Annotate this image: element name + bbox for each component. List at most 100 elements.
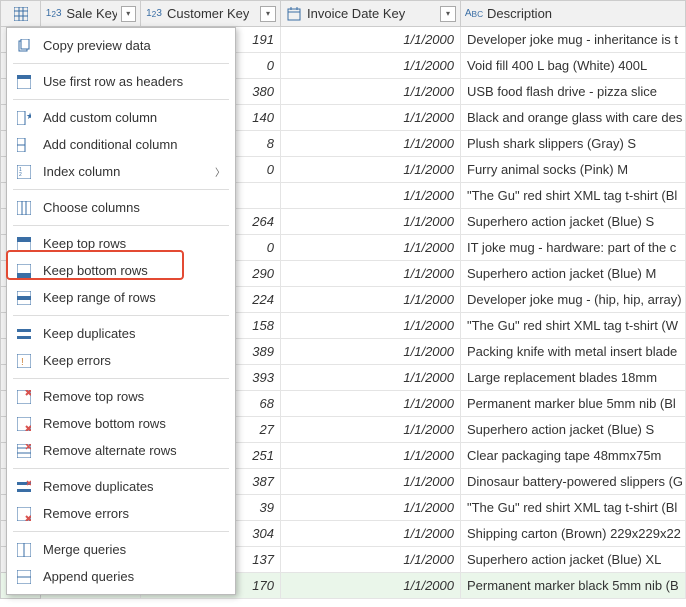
append-icon (15, 568, 33, 586)
cell-invoice-date[interactable]: 1/1/2000 (281, 157, 461, 183)
cell-invoice-date[interactable]: 1/1/2000 (281, 261, 461, 287)
cell-invoice-date[interactable]: 1/1/2000 (281, 417, 461, 443)
menu-add-custom-column[interactable]: ★ Add custom column (7, 104, 235, 131)
cell-description[interactable]: "The Gu" red shirt XML tag t-shirt (Bl (461, 495, 686, 521)
menu-label: Keep bottom rows (43, 263, 148, 278)
cell-invoice-date[interactable]: 1/1/2000 (281, 365, 461, 391)
cell-description[interactable]: Large replacement blades 18mm (461, 365, 686, 391)
column-filter-button[interactable]: ▾ (440, 6, 456, 22)
column-filter-button[interactable]: ▾ (260, 6, 276, 22)
number-type-icon: 123 (145, 7, 163, 21)
menu-separator (13, 99, 229, 100)
menu-keep-bottom-rows[interactable]: Keep bottom rows (7, 257, 235, 284)
cell-invoice-date[interactable]: 1/1/2000 (281, 313, 461, 339)
cell-invoice-date[interactable]: 1/1/2000 (281, 339, 461, 365)
menu-separator (13, 189, 229, 190)
column-filter-button[interactable]: ▾ (121, 6, 137, 22)
cell-invoice-date[interactable]: 1/1/2000 (281, 287, 461, 313)
menu-remove-bottom-rows[interactable]: Remove bottom rows (7, 410, 235, 437)
cell-description[interactable]: Developer joke mug - inheritance is t (461, 27, 686, 53)
cell-description[interactable]: "The Gu" red shirt XML tag t-shirt (Bl (461, 183, 686, 209)
menu-label: Add conditional column (43, 137, 177, 152)
column-header-invoice-date[interactable]: Invoice Date Key ▾ (281, 1, 461, 27)
table-menu-button[interactable] (1, 1, 41, 27)
cell-invoice-date[interactable]: 1/1/2000 (281, 53, 461, 79)
cell-description[interactable]: Dinosaur battery-powered slippers (G (461, 469, 686, 495)
cell-description[interactable]: "The Gu" red shirt XML tag t-shirt (W (461, 313, 686, 339)
cell-invoice-date[interactable]: 1/1/2000 (281, 131, 461, 157)
cell-description[interactable]: Superhero action jacket (Blue) S (461, 417, 686, 443)
cell-description[interactable]: Shipping carton (Brown) 229x229x22 (461, 521, 686, 547)
cell-invoice-date[interactable]: 1/1/2000 (281, 573, 461, 599)
cell-description[interactable]: IT joke mug - hardware: part of the c (461, 235, 686, 261)
menu-separator (13, 315, 229, 316)
menu-separator (13, 378, 229, 379)
menu-keep-errors[interactable]: ! Keep errors (7, 347, 235, 374)
menu-separator (13, 531, 229, 532)
text-type-icon: ABC (465, 7, 483, 21)
cell-description[interactable]: Clear packaging tape 48mmx75m (461, 443, 686, 469)
cell-description[interactable]: Permanent marker black 5mm nib (B (461, 573, 686, 599)
menu-label: Copy preview data (43, 38, 151, 53)
cell-description[interactable]: Permanent marker blue 5mm nib (Bl (461, 391, 686, 417)
cell-invoice-date[interactable]: 1/1/2000 (281, 495, 461, 521)
cell-invoice-date[interactable]: 1/1/2000 (281, 209, 461, 235)
cell-description[interactable]: Void fill 400 L bag (White) 400L (461, 53, 686, 79)
cell-description[interactable]: Black and orange glass with care des (461, 105, 686, 131)
menu-remove-duplicates[interactable]: Remove duplicates (7, 473, 235, 500)
menu-label: Remove duplicates (43, 479, 154, 494)
cell-invoice-date[interactable]: 1/1/2000 (281, 183, 461, 209)
menu-add-conditional-column[interactable]: Add conditional column (7, 131, 235, 158)
cell-description[interactable]: Packing knife with metal insert blade (461, 339, 686, 365)
menu-remove-errors[interactable]: Remove errors (7, 500, 235, 527)
menu-label: Remove errors (43, 506, 129, 521)
headers-icon (15, 73, 33, 91)
menu-keep-duplicates[interactable]: Keep duplicates (7, 320, 235, 347)
menu-label: Append queries (43, 569, 134, 584)
menu-label: Use first row as headers (43, 74, 183, 89)
menu-keep-range-rows[interactable]: Keep range of rows (7, 284, 235, 311)
cell-description[interactable]: USB food flash drive - pizza slice (461, 79, 686, 105)
date-type-icon (285, 7, 303, 21)
add-column-icon: ★ (15, 109, 33, 127)
column-header-description[interactable]: ABC Description (461, 1, 686, 27)
column-header-customer-key[interactable]: 123 Customer Key ▾ (141, 1, 281, 27)
cell-invoice-date[interactable]: 1/1/2000 (281, 469, 461, 495)
cell-invoice-date[interactable]: 1/1/2000 (281, 79, 461, 105)
menu-keep-top-rows[interactable]: Keep top rows (7, 230, 235, 257)
cell-description[interactable]: Developer joke mug - (hip, hip, array) (461, 287, 686, 313)
menu-remove-top-rows[interactable]: Remove top rows (7, 383, 235, 410)
column-label: Description (487, 6, 552, 21)
menu-index-column[interactable]: 12 Index column 〉 (7, 158, 235, 185)
cell-description[interactable]: Superhero action jacket (Blue) M (461, 261, 686, 287)
menu-merge-queries[interactable]: Merge queries (7, 536, 235, 563)
remove-top-icon (15, 388, 33, 406)
cell-description[interactable]: Furry animal socks (Pink) M (461, 157, 686, 183)
cell-invoice-date[interactable]: 1/1/2000 (281, 547, 461, 573)
menu-label: Remove bottom rows (43, 416, 166, 431)
cell-invoice-date[interactable]: 1/1/2000 (281, 235, 461, 261)
menu-first-row-headers[interactable]: Use first row as headers (7, 68, 235, 95)
cell-invoice-date[interactable]: 1/1/2000 (281, 27, 461, 53)
menu-label: Remove alternate rows (43, 443, 177, 458)
menu-append-queries[interactable]: Append queries (7, 563, 235, 590)
menu-label: Keep errors (43, 353, 111, 368)
conditional-column-icon (15, 136, 33, 154)
column-header-sale-key[interactable]: 123 Sale Key ▾ (41, 1, 141, 27)
cell-description[interactable]: Plush shark slippers (Gray) S (461, 131, 686, 157)
menu-copy-preview[interactable]: Copy preview data (7, 32, 235, 59)
cell-description[interactable]: Superhero action jacket (Blue) XL (461, 547, 686, 573)
remove-duplicates-icon (15, 478, 33, 496)
menu-remove-alternate-rows[interactable]: Remove alternate rows (7, 437, 235, 464)
cell-description[interactable]: Superhero action jacket (Blue) S (461, 209, 686, 235)
cell-invoice-date[interactable]: 1/1/2000 (281, 105, 461, 131)
menu-label: Index column (43, 164, 120, 179)
menu-separator (13, 225, 229, 226)
cell-invoice-date[interactable]: 1/1/2000 (281, 443, 461, 469)
cell-invoice-date[interactable]: 1/1/2000 (281, 391, 461, 417)
menu-label: Choose columns (43, 200, 140, 215)
menu-label: Remove top rows (43, 389, 144, 404)
menu-choose-columns[interactable]: Choose columns (7, 194, 235, 221)
cell-invoice-date[interactable]: 1/1/2000 (281, 521, 461, 547)
svg-text:★: ★ (26, 111, 31, 121)
